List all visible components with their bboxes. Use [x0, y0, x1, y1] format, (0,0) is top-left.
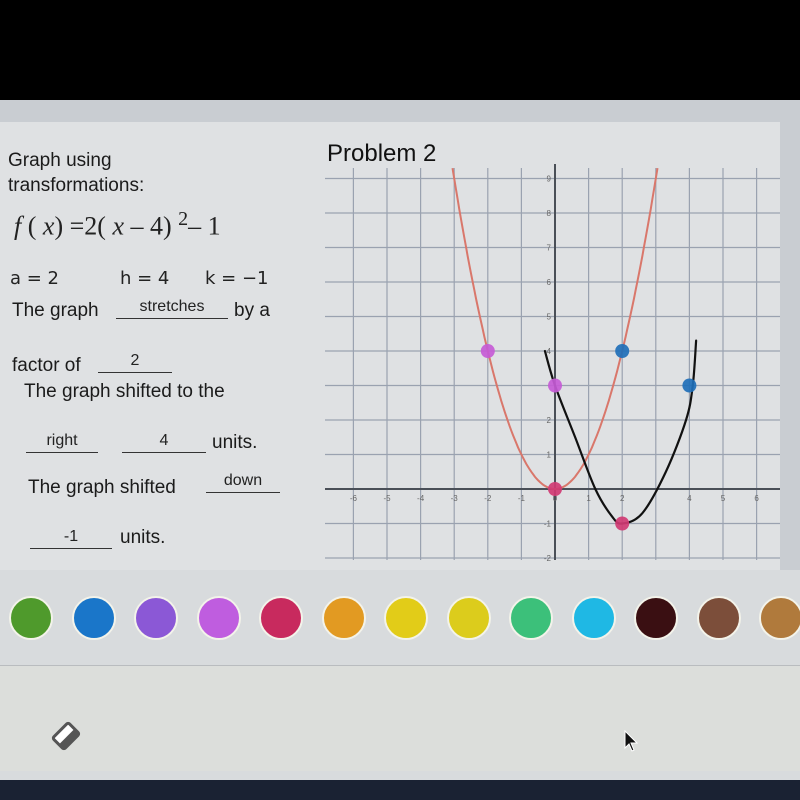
- color-swatch-teal-green[interactable]: [509, 596, 553, 640]
- color-swatch-yellow[interactable]: [384, 596, 428, 640]
- taskbar: [0, 780, 800, 800]
- sentence-5-prefix: The graph shifted: [28, 477, 176, 498]
- color-swatch-tan[interactable]: [759, 596, 800, 640]
- sentence-2-prefix: factor of: [12, 355, 81, 376]
- color-swatch-green[interactable]: [9, 596, 53, 640]
- formula-x: x: [42, 211, 55, 241]
- sentence-4-suffix: units.: [212, 432, 258, 453]
- color-swatch-crimson[interactable]: [259, 596, 303, 640]
- formula-f: f: [14, 211, 22, 241]
- function-formula: f ( x) =2( x – 4) 2– 1: [14, 208, 221, 241]
- screen: [0, 100, 800, 780]
- color-swatch-brown[interactable]: [696, 596, 741, 640]
- color-swatch-orange[interactable]: [321, 596, 366, 640]
- color-swatch-dark-brown[interactable]: [634, 596, 678, 640]
- direction-v-answer-field[interactable]: down: [206, 472, 280, 493]
- mouse-cursor-icon: [624, 730, 639, 752]
- stretch-answer-field[interactable]: stretches: [116, 298, 228, 319]
- sentence-1-prefix: The graph: [12, 300, 99, 321]
- formula-tail: – 1: [188, 211, 221, 241]
- direction-h-answer-field[interactable]: right: [26, 432, 98, 453]
- param-a: a = 2: [10, 268, 60, 289]
- color-swatch-yellow-2[interactable]: [446, 596, 491, 640]
- color-swatch-violet[interactable]: [196, 596, 241, 640]
- formula-x2: x: [112, 211, 124, 241]
- formula-eq: =2(: [63, 211, 113, 241]
- color-swatch-blue[interactable]: [71, 596, 116, 640]
- problem-title: Problem 2: [327, 140, 437, 167]
- heading-line-1: Graph using: [8, 150, 112, 171]
- param-h: h = 4: [120, 268, 170, 289]
- sentence-6-suffix: units.: [120, 527, 166, 548]
- param-k: k = −1: [205, 268, 269, 289]
- units-v-answer-field[interactable]: -1: [30, 528, 112, 549]
- formula-exponent: 2: [178, 208, 189, 230]
- color-swatch-purple[interactable]: [134, 596, 178, 640]
- sentence-1-suffix: by a: [234, 300, 270, 321]
- color-swatch-sky-blue[interactable]: [571, 596, 616, 640]
- formula-rest: – 4): [130, 211, 172, 241]
- sentence-3: The graph shifted to the: [24, 381, 225, 402]
- factor-answer-field[interactable]: 2: [98, 352, 172, 373]
- eraser-icon[interactable]: [46, 716, 86, 756]
- units-h-answer-field[interactable]: 4: [122, 432, 206, 453]
- heading-line-2: transformations:: [8, 175, 145, 196]
- toolbar: [0, 665, 800, 771]
